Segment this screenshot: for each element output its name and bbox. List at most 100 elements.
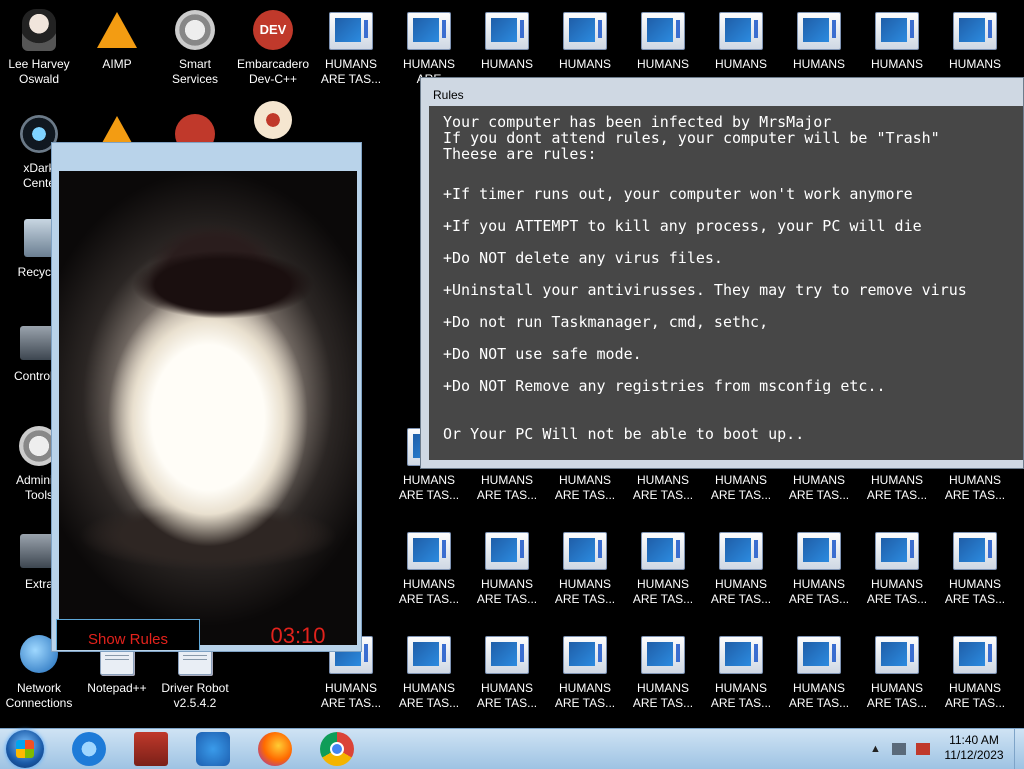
humans-app-icon: [719, 532, 763, 570]
desktop-icon-humans-are-tas[interactable]: HUMANS ARE TAS...: [780, 628, 858, 732]
rules-line: +If timer runs out, your computer won't …: [443, 185, 913, 203]
desktop-icon-label: ARE TAS...: [398, 488, 460, 502]
rules-line: Theese are rules:: [443, 145, 597, 163]
humans-app-icon: [875, 532, 919, 570]
desktop-icon-label: ARE TAS...: [398, 696, 460, 710]
rules-line: If you dont attend rules, your computer …: [443, 129, 940, 147]
desktop-icon-humans-are-tas[interactable]: HUMANS ARE TAS...: [936, 524, 1014, 628]
desktop-icon-label: Smart: [178, 57, 211, 71]
rules-text-area: Your computer has been infected by MrsMa…: [429, 106, 1023, 460]
desktop-icon-label: HUMANS: [558, 57, 611, 71]
show-desktop-button[interactable]: [1014, 729, 1024, 769]
humans-app-icon: [875, 636, 919, 674]
winrar-icon[interactable]: [134, 732, 168, 766]
desktop-icon-label: ARE TAS...: [944, 592, 1006, 606]
desktop-icon-label: HUMANS: [324, 57, 377, 71]
desktop-icon-label: ARE TAS...: [554, 592, 616, 606]
desktop-icon-label: ARE TAS...: [476, 592, 538, 606]
rules-window[interactable]: Rules Your computer has been infected by…: [420, 77, 1024, 469]
desktop-icon-humans-are-tas[interactable]: HUMANS ARE TAS...: [702, 524, 780, 628]
desktop-icon-label: ARE TAS...: [320, 696, 382, 710]
desktop-icon-humans-are-tas[interactable]: HUMANS ARE TAS...: [312, 4, 390, 108]
recycle-bin-icon: [24, 219, 54, 257]
humans-app-icon: [407, 532, 451, 570]
rules-line: Your computer has been infected by MrsMa…: [443, 113, 832, 131]
start-button[interactable]: [6, 730, 44, 768]
windows-logo-icon: [16, 740, 34, 758]
humans-app-icon: [563, 532, 607, 570]
desktop-icon-humans-are-tas[interactable]: HUMANS ARE TAS...: [858, 524, 936, 628]
desktop-icon-label: ARE TAS...: [866, 488, 928, 502]
rules-line: +If you ATTEMPT to kill any process, you…: [443, 217, 922, 235]
rules-line: +Uninstall your antivirusses. They may t…: [443, 281, 967, 299]
desktop-icon-label: Network: [16, 681, 61, 695]
desktop-icon-label: HUMANS: [870, 577, 923, 591]
countdown-timer: 03:10: [270, 623, 326, 648]
desktop-icon-humans-are-tas[interactable]: HUMANS ARE TAS...: [780, 524, 858, 628]
window-title: Rules: [433, 88, 464, 102]
gear-icon: [175, 10, 215, 50]
desktop-icon-humans-are-tas[interactable]: HUMANS ARE TAS...: [546, 524, 624, 628]
ghost-image: [59, 171, 357, 645]
desktop-icon-label: ARE TAS...: [710, 592, 772, 606]
desktop-icon-humans-are-tas[interactable]: HUMANS ARE TAS...: [468, 628, 546, 732]
desktop-icon-humans-are-tas[interactable]: HUMANS ARE TAS...: [390, 524, 468, 628]
desktop-icon-humans-are-tas[interactable]: HUMANS ARE TAS...: [702, 628, 780, 732]
desktop-icon-label: ARE TAS...: [632, 696, 694, 710]
show-hidden-icons-arrow[interactable]: ▲: [870, 743, 884, 755]
desktop-icon-label: Connections: [5, 696, 73, 710]
desktop-icon-label: HUMANS: [792, 57, 845, 71]
desktop-icon-label: HUMANS: [480, 57, 533, 71]
firefox-icon[interactable]: [258, 732, 292, 766]
humans-app-icon: [719, 636, 763, 674]
music-player-icon[interactable]: [196, 732, 230, 766]
humans-app-icon: [485, 12, 529, 50]
chrome-icon[interactable]: [320, 732, 354, 766]
desktop-icon-aimp[interactable]: AIMP: [78, 4, 156, 108]
humans-app-icon: [641, 12, 685, 50]
desktop-icon-humans-are-tas[interactable]: HUMANS ARE TAS...: [390, 628, 468, 732]
desktop-icon-label: ARE TAS...: [710, 696, 772, 710]
desktop-icon-label: HUMANS: [714, 681, 767, 695]
desktop-icon-label: HUMANS: [792, 473, 845, 487]
desktop-icon-label: Embarcadero: [236, 57, 310, 71]
ransom-image-window[interactable]: Show Rules 03:10: [51, 142, 362, 652]
desktop-icon-humans-are-tas[interactable]: HUMANS ARE TAS...: [468, 524, 546, 628]
desktop-icon-lee-harvey-oswald[interactable]: Lee Harvey Oswald: [0, 4, 78, 108]
desktop-icon-label: ARE TAS...: [788, 592, 850, 606]
rules-line: Or Your PC Will not be able to boot up..: [443, 425, 805, 443]
desktop-icon-label: ARE TAS...: [788, 696, 850, 710]
desktop-icon-humans-are-tas[interactable]: HUMANS ARE TAS...: [936, 628, 1014, 732]
clock-time: 11:40 AM: [949, 733, 999, 747]
humans-app-icon: [719, 12, 763, 50]
network-tray-icon[interactable]: [892, 743, 906, 755]
humans-app-icon: [641, 532, 685, 570]
desktop-icon-humans-are-tas[interactable]: HUMANS ARE TAS...: [624, 628, 702, 732]
desktop-icon-label: HUMANS: [870, 57, 923, 71]
internet-explorer-icon[interactable]: [72, 732, 106, 766]
desktop-icon-label: HUMANS: [558, 577, 611, 591]
desktop-icon-label: AIMP: [102, 57, 132, 71]
desktop-icon-label: HUMANS: [558, 473, 611, 487]
desktop-icon-label: HUMANS: [714, 473, 767, 487]
desktop-icon-smart-services[interactable]: Smart Services: [156, 4, 234, 108]
clock-date: 11/12/2023: [944, 748, 1004, 762]
desktop-icon-label: HUMANS: [714, 577, 767, 591]
desktop-icon-label: HUMANS: [714, 57, 767, 71]
desktop-icon-humans-are-tas[interactable]: HUMANS ARE TAS...: [858, 628, 936, 732]
desktop-icon-humans-are-tas[interactable]: HUMANS ARE TAS...: [546, 628, 624, 732]
desktop-icon-label: Driver Robot: [161, 681, 229, 695]
humans-app-icon: [329, 12, 373, 50]
desktop-icon-dev-cpp[interactable]: DEV Embarcadero Dev-C++: [234, 4, 312, 108]
system-clock[interactable]: 11:40 AM 11/12/2023: [940, 733, 1008, 763]
volume-muted-icon[interactable]: [916, 743, 930, 755]
humans-app-icon: [407, 636, 451, 674]
show-rules-button[interactable]: Show Rules: [56, 619, 200, 650]
humans-app-icon: [563, 636, 607, 674]
desktop-icon-label: HUMANS: [870, 473, 923, 487]
desktop-icon-label: ARE TAS...: [788, 488, 850, 502]
desktop-icon-label: HUMANS: [636, 577, 689, 591]
desktop-icon-label: HUMANS: [792, 577, 845, 591]
desktop-icon-humans-are-tas[interactable]: HUMANS ARE TAS...: [624, 524, 702, 628]
desktop-icon-label: HUMANS: [948, 577, 1001, 591]
